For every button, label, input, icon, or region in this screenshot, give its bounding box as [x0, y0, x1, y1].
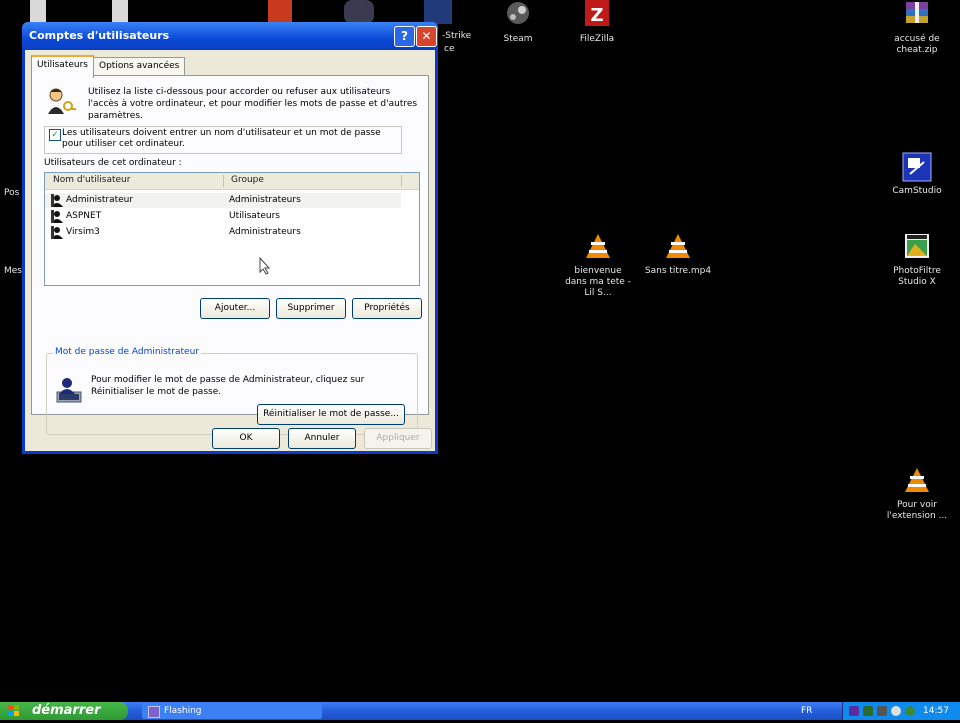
desktop-icon-label: Sans titre.mp4 — [644, 266, 712, 276]
column-divider[interactable] — [223, 175, 224, 187]
tray-app-icon[interactable] — [891, 706, 901, 716]
user-icon — [51, 210, 63, 223]
desktop-icon-accuse-zip[interactable]: accusé de cheat.zip — [882, 0, 952, 56]
list-header: Nom d'utilisateur Groupe — [45, 173, 419, 190]
start-button[interactable]: démarrer — [0, 702, 128, 720]
tray-app-icon[interactable] — [905, 706, 915, 716]
desktop-icon-label: CamStudio — [892, 186, 942, 196]
properties-button[interactable]: Propriétés — [352, 298, 422, 319]
vlc-icon — [583, 232, 613, 262]
must-login-label[interactable]: Les utilisateurs doivent entrer un nom d… — [62, 128, 402, 150]
desktop-icon-steam[interactable]: Steam — [483, 0, 553, 45]
help-icon: ? — [401, 29, 408, 43]
desktop-icon-label: accusé de cheat.zip — [894, 34, 940, 55]
taskbar-button-flashing[interactable]: Flashing — [142, 703, 322, 719]
users-keys-icon — [44, 86, 76, 116]
desktop-partial-label-strike: -Strike — [442, 31, 472, 41]
app-icon — [148, 706, 160, 718]
column-header-group[interactable]: Groupe — [231, 175, 264, 185]
close-button[interactable]: ✕ — [416, 26, 437, 47]
language-indicator[interactable]: FR — [801, 702, 812, 720]
desktop-icon-top-5[interactable] — [424, 0, 452, 24]
help-button[interactable]: ? — [394, 26, 415, 47]
must-login-option: ✓ Les utilisateurs doivent entrer un nom… — [44, 126, 402, 154]
user-group: Utilisateurs — [229, 211, 280, 221]
tab-advanced-options[interactable]: Options avancées — [93, 57, 186, 76]
vlc-icon — [663, 232, 693, 262]
mouse-cursor-icon — [259, 256, 271, 278]
admin-password-legend: Mot de passe de Administrateur — [53, 347, 201, 357]
desktop-partial-label-ce: ce — [444, 44, 455, 54]
desktop-icon-label: FileZilla — [579, 34, 615, 44]
steam-tray-icon[interactable] — [877, 706, 887, 716]
user-accounts-dialog: Comptes d'utilisateurs ? ✕ Utilisateurs … — [22, 22, 438, 454]
desktop-icon-label: Pour voir l'extension ... — [886, 500, 948, 521]
user-row-aspnet[interactable]: ASPNET Utilisateurs — [45, 209, 401, 224]
desktop-icon-label: bienvenue dans ma tete - Lil S... — [565, 266, 631, 298]
users-list[interactable]: Nom d'utilisateur Groupe Administrateur … — [44, 172, 420, 286]
ok-button[interactable]: OK — [212, 428, 280, 449]
user-name: Administrateur — [66, 195, 134, 205]
remove-user-button[interactable]: Supprimer — [276, 298, 346, 319]
tab-users[interactable]: Utilisateurs — [31, 55, 94, 78]
user-icon — [51, 194, 63, 207]
checkmark-icon: ✓ — [51, 130, 59, 140]
winrar-archive-icon — [902, 0, 932, 30]
user-name: ASPNET — [66, 211, 102, 221]
dialog-title: Comptes d'utilisateurs — [29, 29, 170, 42]
taskbar: démarrer Flashing FR 14:57 — [0, 702, 960, 720]
user-group: Administrateurs — [229, 227, 301, 237]
apply-button[interactable]: Appliquer — [364, 428, 432, 449]
add-user-button[interactable]: Ajouter... — [200, 298, 270, 319]
svg-text:Z: Z — [590, 5, 603, 26]
desktop-icon-camstudio[interactable]: CamStudio — [882, 152, 952, 197]
steam-icon — [503, 0, 533, 30]
close-icon: ✕ — [421, 29, 432, 43]
user-row-administrateur[interactable]: Administrateur Administrateurs — [45, 193, 401, 208]
users-list-label: Utilisateurs de cet ordinateur : — [44, 158, 182, 168]
desktop-icon-photofiltre[interactable]: PhotoFiltre Studio X — [882, 232, 952, 288]
user-row-virsim3[interactable]: Virsim3 Administrateurs — [45, 225, 401, 240]
desktop-partial-label-mes: Mes — [4, 266, 22, 276]
tray-app-icon[interactable] — [863, 706, 873, 716]
desktop-icon-pour-voir[interactable]: Pour voir l'extension ... — [882, 466, 952, 522]
desktop-icon-bienvenue[interactable]: bienvenue dans ma tete - Lil S... — [563, 232, 633, 299]
user-icon — [51, 226, 63, 239]
photofiltre-icon — [902, 232, 932, 262]
system-tray: 14:57 — [842, 702, 960, 720]
reset-password-button[interactable]: Réinitialiser le mot de passe... — [257, 404, 405, 425]
desktop-partial-label-pos: Pos — [4, 188, 20, 198]
dialog-client-area: Utilisateurs Options avancées Utilisez l… — [25, 50, 435, 451]
admin-password-group: Mot de passe de Administrateur Pour modi… — [46, 347, 418, 435]
desktop-icon-top-4[interactable] — [344, 0, 374, 24]
desktop-icon-label: PhotoFiltre Studio X — [893, 266, 941, 287]
filezilla-icon: Z — [582, 0, 612, 30]
must-login-checkbox[interactable]: ✓ — [49, 129, 61, 141]
intro-text: Utilisez la liste ci-dessous pour accord… — [88, 87, 418, 121]
start-label: démarrer — [32, 703, 101, 718]
desktop-icon-label: Steam — [503, 34, 533, 44]
admin-password-text: Pour modifier le mot de passe de Adminis… — [91, 375, 365, 397]
column-header-username[interactable]: Nom d'utilisateur — [53, 175, 130, 185]
user-name: Virsim3 — [66, 227, 100, 237]
computer-user-icon — [55, 376, 85, 406]
windows-logo-icon — [8, 705, 20, 717]
desktop-icon-top-2[interactable] — [112, 0, 128, 22]
clock[interactable]: 14:57 — [923, 702, 949, 720]
tab-panel-users: Utilisez la liste ci-dessous pour accord… — [31, 75, 429, 435]
column-divider[interactable] — [401, 175, 402, 187]
cancel-button[interactable]: Annuler — [288, 428, 356, 449]
desktop-icon-top-3[interactable] — [268, 0, 292, 24]
user-group: Administrateurs — [229, 195, 301, 205]
desktop-icon-top-1[interactable] — [30, 0, 46, 22]
vlc-icon — [902, 466, 932, 496]
camstudio-icon — [902, 152, 932, 182]
desktop-icon-sans-titre[interactable]: Sans titre.mp4 — [643, 232, 713, 277]
desktop-icon-filezilla[interactable]: Z FileZilla — [562, 0, 632, 45]
taskbar-button-label: Flashing — [164, 706, 202, 716]
dialog-titlebar[interactable]: Comptes d'utilisateurs ? ✕ — [22, 22, 438, 50]
tray-app-icon[interactable] — [849, 706, 859, 716]
